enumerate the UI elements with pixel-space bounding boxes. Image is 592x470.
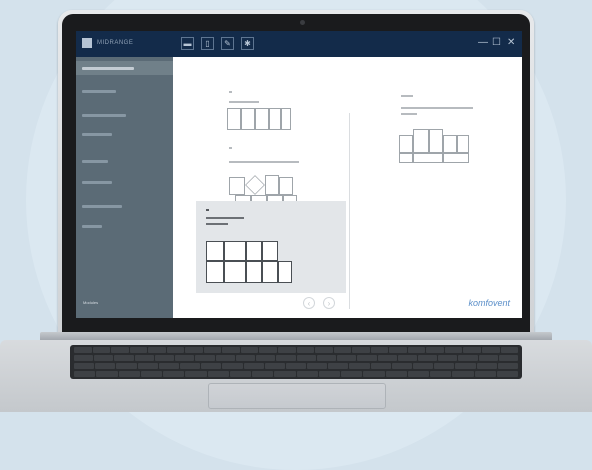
option-label xyxy=(206,217,244,219)
unit-block xyxy=(281,108,291,130)
app-window: MIDRANGE ▬ ▯ ✎ ✱ — ☐ ✕ Modules ‹ › komfo… xyxy=(76,31,522,318)
unit-block xyxy=(255,108,269,130)
option-marker xyxy=(206,209,209,211)
unit-block xyxy=(443,153,469,163)
unit-block xyxy=(279,177,293,195)
unit-block xyxy=(246,241,262,261)
logo-icon xyxy=(82,38,92,48)
minimize-icon[interactable]: — xyxy=(478,37,488,49)
sidebar-footer[interactable]: Modules xyxy=(83,300,98,305)
unit-block xyxy=(457,135,469,153)
option-label xyxy=(206,223,228,225)
layout-option-c-selected[interactable] xyxy=(196,201,346,293)
sidebar-item[interactable] xyxy=(82,133,112,136)
unit-block xyxy=(278,261,292,283)
key-row xyxy=(74,363,518,369)
clipboard-icon[interactable]: ▯ xyxy=(201,37,214,50)
option-marker xyxy=(229,91,232,93)
unit-block xyxy=(399,135,413,153)
option-label xyxy=(229,101,259,103)
camera-icon xyxy=(300,20,305,25)
main-content: ‹ › komfovent xyxy=(173,57,522,318)
keyboard xyxy=(70,345,522,379)
unit-block xyxy=(224,261,246,283)
unit-block xyxy=(206,261,224,283)
unit-block xyxy=(429,129,443,153)
prev-button[interactable]: ‹ xyxy=(303,297,315,309)
key-row xyxy=(74,347,519,353)
option-label xyxy=(401,113,417,115)
gear-icon[interactable]: ✱ xyxy=(241,37,254,50)
sidebar-item[interactable] xyxy=(82,160,108,163)
option-label xyxy=(401,107,473,109)
unit-block xyxy=(269,108,281,130)
next-button[interactable]: › xyxy=(323,297,335,309)
unit-block xyxy=(399,153,413,163)
unit-block xyxy=(227,108,241,130)
title-bar: MIDRANGE ▬ ▯ ✎ ✱ — ☐ ✕ xyxy=(76,31,522,57)
close-icon[interactable]: ✕ xyxy=(507,37,515,49)
unit-block xyxy=(413,153,443,163)
key-row xyxy=(74,371,518,377)
unit-block xyxy=(241,108,255,130)
sidebar-item[interactable] xyxy=(82,181,112,184)
unit-block xyxy=(206,241,224,261)
sidebar-item[interactable] xyxy=(82,67,134,70)
key-row xyxy=(74,355,519,361)
unit-block xyxy=(246,261,262,283)
column-divider xyxy=(349,113,350,309)
sidebar-item[interactable] xyxy=(82,114,126,117)
sidebar-item[interactable] xyxy=(82,205,122,208)
option-label xyxy=(229,161,299,163)
unit-block xyxy=(224,241,246,261)
brand-logo: komfovent xyxy=(468,298,510,308)
maximize-icon[interactable]: ☐ xyxy=(492,37,501,49)
trackpad xyxy=(208,383,386,409)
app-logo: MIDRANGE xyxy=(82,38,133,48)
unit-block xyxy=(443,135,457,153)
unit-block xyxy=(262,241,278,261)
option-marker xyxy=(229,147,232,149)
sidebar-item[interactable] xyxy=(82,90,116,93)
unit-block xyxy=(262,261,278,283)
wrench-icon[interactable]: ✎ xyxy=(221,37,234,50)
unit-block xyxy=(229,177,245,195)
unit-block xyxy=(413,129,429,153)
sidebar: Modules xyxy=(76,57,173,318)
sidebar-item[interactable] xyxy=(82,225,102,228)
unit-block xyxy=(245,175,265,195)
app-title: MIDRANGE xyxy=(97,40,134,46)
unit-block xyxy=(265,175,279,195)
folder-icon[interactable]: ▬ xyxy=(181,37,194,50)
option-marker xyxy=(401,95,413,97)
